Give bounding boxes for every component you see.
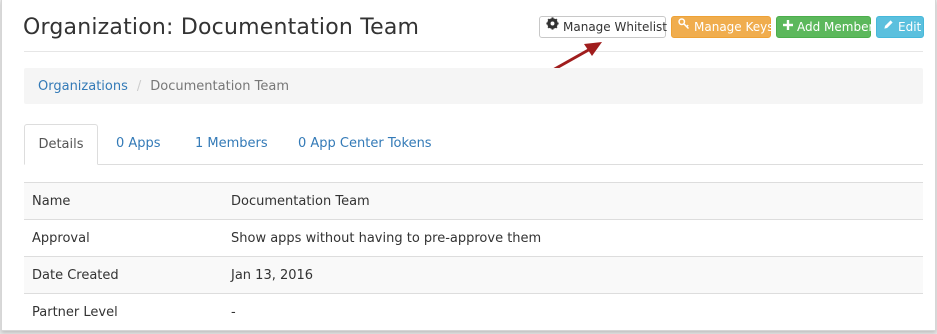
detail-key: Name (32, 193, 71, 209)
detail-value: Documentation Team (231, 193, 370, 209)
tab-members[interactable]: 1 Members (195, 124, 268, 165)
table-row: Partner Level - (24, 293, 923, 330)
edit-label: Edit (898, 20, 922, 34)
add-member-button[interactable]: Add Member (776, 16, 874, 38)
tab-bar: Details 0 Apps 1 Members 0 App Center To… (24, 124, 923, 165)
breadcrumb-organizations-link[interactable]: Organizations (38, 79, 128, 94)
tab-app-center-tokens[interactable]: 0 App Center Tokens (298, 124, 432, 165)
table-row: Date Created Jan 13, 2016 (24, 256, 923, 293)
breadcrumb: Organizations / Documentation Team (24, 68, 923, 104)
manage-keys-label: Manage Keys (694, 20, 774, 34)
add-member-label: Add Member (797, 20, 874, 34)
detail-value: Show apps without having to pre-approve … (231, 230, 542, 246)
detail-value: - (231, 304, 236, 320)
detail-key: Partner Level (32, 304, 118, 320)
breadcrumb-current: Documentation Team (150, 78, 289, 94)
detail-key: Date Created (32, 267, 119, 283)
pencil-icon (883, 17, 894, 37)
breadcrumb-separator: / (136, 78, 142, 94)
table-row: Approval Show apps without having to pre… (24, 219, 923, 256)
edit-button[interactable]: Edit (876, 16, 924, 38)
details-table: Name Documentation Team Approval Show ap… (24, 182, 923, 330)
table-row: Name Documentation Team (24, 182, 923, 219)
detail-key: Approval (32, 230, 90, 246)
page-frame: Organization: Documentation Team Manage … (1, 0, 936, 331)
tab-details[interactable]: Details (24, 124, 98, 165)
detail-value: Jan 13, 2016 (231, 267, 314, 283)
plus-icon (783, 17, 793, 37)
tab-apps[interactable]: 0 Apps (116, 124, 161, 165)
